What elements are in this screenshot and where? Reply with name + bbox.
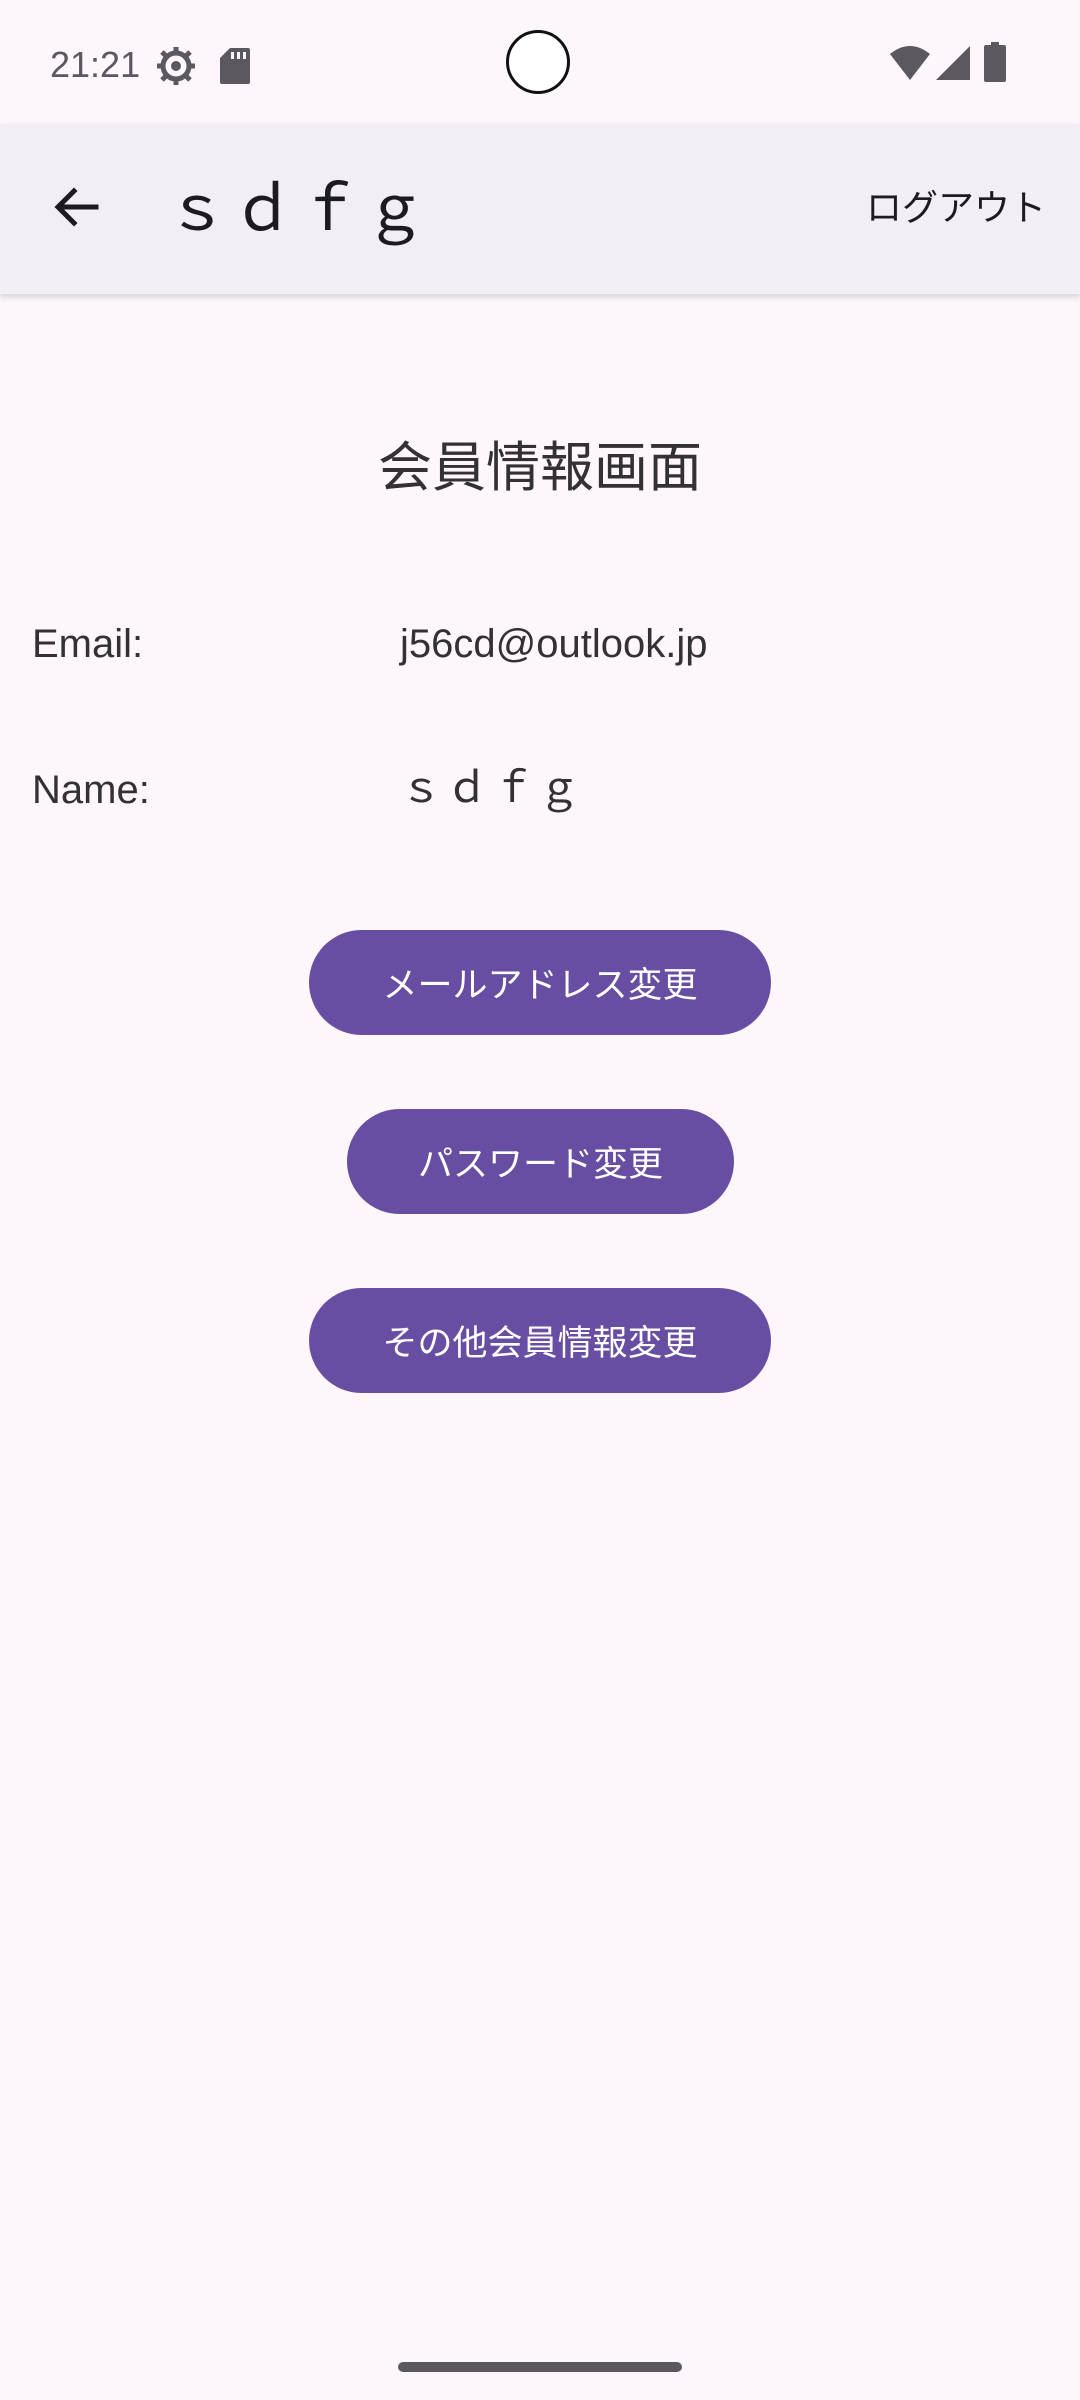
change-password-button[interactable]: パスワード変更 — [347, 1109, 734, 1214]
email-label: Email: — [32, 622, 144, 666]
change-other-info-button-label: その他会員情報変更 — [382, 1324, 698, 1364]
change-email-button[interactable]: メールアドレス変更 — [309, 930, 771, 1035]
change-other-info-button[interactable]: その他会員情報変更 — [309, 1288, 771, 1393]
arrow-back-icon — [52, 183, 100, 235]
logout-button[interactable]: ログアウト — [866, 180, 1046, 238]
page-title: 会員情報画面 — [378, 436, 702, 499]
status-time: 21:21 — [50, 44, 141, 85]
name-value: ｓｄｆｇ — [400, 763, 585, 812]
name-label: Name: — [32, 768, 150, 812]
wifi-icon — [890, 46, 930, 84]
status-bar: 21:21 — [0, 0, 1080, 124]
app-bar-title: ｓｄｆｇ — [166, 172, 431, 245]
app-bar: ｓｄｆｇ ログアウト — [0, 124, 1080, 294]
change-password-button-label: パスワード変更 — [417, 1145, 663, 1185]
sd-card-icon — [220, 48, 250, 88]
signal-icon — [936, 46, 970, 84]
camera-cutout — [506, 30, 570, 94]
email-value: j56cd@outlook.jp — [400, 622, 708, 666]
settings-icon — [156, 46, 196, 90]
back-button[interactable] — [28, 161, 124, 257]
change-email-button-label: メールアドレス変更 — [382, 966, 698, 1006]
home-indicator[interactable] — [398, 2362, 682, 2372]
battery-icon — [984, 42, 1006, 86]
